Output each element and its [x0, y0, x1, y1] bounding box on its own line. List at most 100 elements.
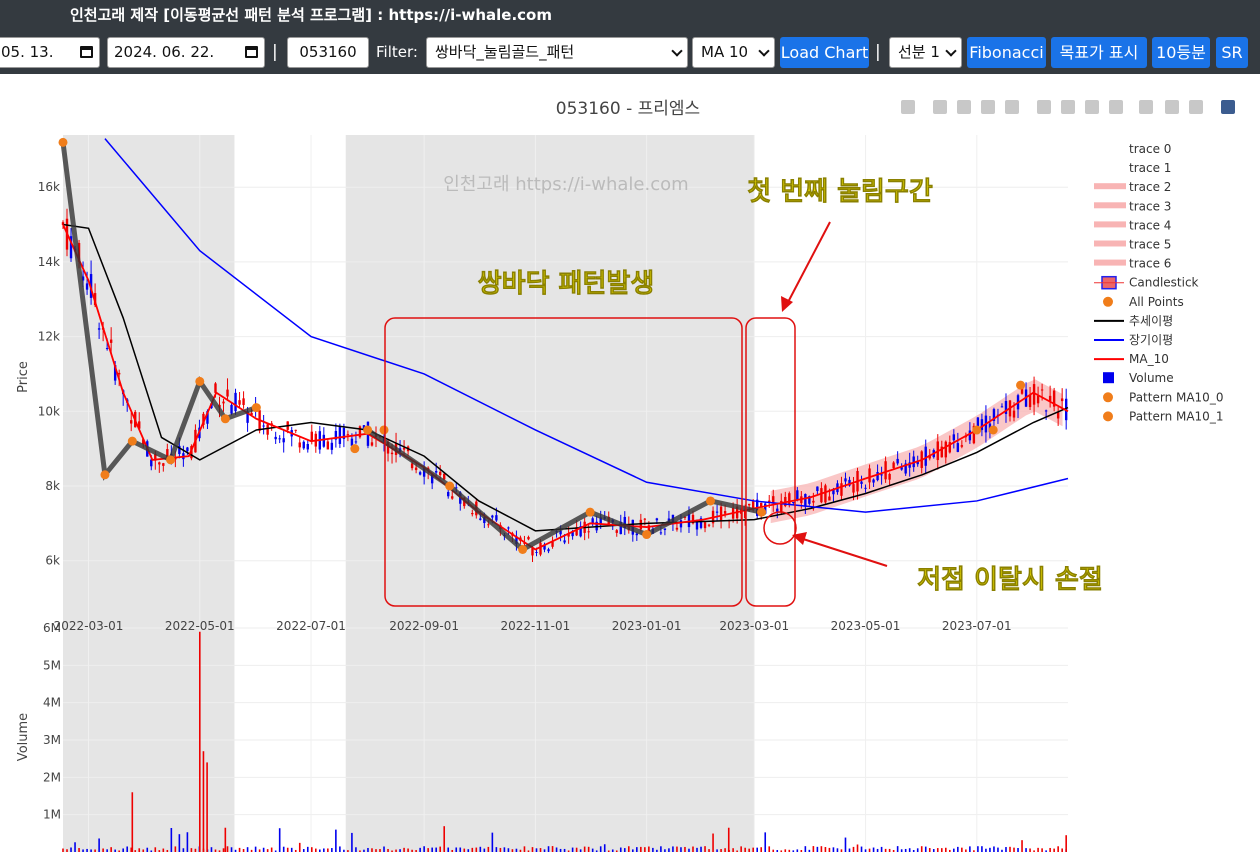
- volume-bar: [419, 847, 421, 852]
- volume-bar: [367, 847, 369, 852]
- volume-bar: [455, 847, 458, 852]
- all-points-marker: [988, 425, 998, 435]
- ten-split-button[interactable]: 10등분: [1152, 37, 1210, 68]
- target-price-button[interactable]: 목표가 표시: [1051, 37, 1147, 68]
- candle-body: [471, 513, 474, 515]
- camera-icon[interactable]: [901, 100, 915, 114]
- volume-bar: [997, 847, 999, 852]
- filter-select[interactable]: 쌍바닥_눌림골드_패턴: [426, 37, 688, 68]
- zoom-icon[interactable]: [933, 100, 947, 114]
- volume-bar: [784, 849, 787, 852]
- volume-bar: [824, 847, 827, 852]
- chevron-down-icon: [671, 45, 683, 57]
- candle-body: [1044, 410, 1048, 412]
- line-select[interactable]: 선분 1: [889, 37, 962, 68]
- box-select-icon[interactable]: [981, 100, 995, 114]
- volume-bar: [254, 846, 257, 852]
- end-date-input[interactable]: 2024. 06. 22.: [107, 37, 265, 68]
- chart-title: 053160 - 프리엠스: [556, 99, 700, 119]
- spike-icon[interactable]: [1139, 100, 1153, 114]
- ma-select[interactable]: MA 10: [692, 37, 775, 68]
- lasso-icon[interactable]: [1005, 100, 1019, 114]
- volume-bar: [234, 849, 237, 852]
- volume-bar: [832, 847, 835, 852]
- load-chart-button[interactable]: Load Chart: [780, 37, 869, 68]
- volume-bar: [226, 846, 229, 852]
- volume-bar: [720, 849, 722, 852]
- date-tick-label: 2023-07-01: [942, 619, 1012, 633]
- candle-body: [788, 493, 791, 506]
- candle-body: [322, 434, 326, 447]
- home-icon[interactable]: [1109, 100, 1123, 114]
- volume-bar: [1029, 848, 1031, 852]
- volume-bar: [876, 848, 879, 852]
- candle-body: [1040, 389, 1044, 391]
- candle-body: [527, 536, 530, 540]
- annotation-first-pullback: 첫 번째 눌림구간: [747, 177, 933, 207]
- volume-tick-label: 5M: [43, 658, 61, 672]
- zoom-in-icon[interactable]: [1037, 100, 1051, 114]
- volume-bar: [294, 849, 297, 852]
- volume-bar: [206, 762, 208, 852]
- volume-bar: [848, 848, 851, 852]
- volume-bar: [102, 848, 104, 852]
- hover-closest-icon[interactable]: [1165, 100, 1179, 114]
- pattern-point: [585, 507, 595, 517]
- legend-swatch: [1103, 296, 1113, 307]
- volume-bar: [515, 848, 518, 852]
- candle-body: [242, 398, 245, 405]
- candle-body: [860, 481, 863, 484]
- volume-bar: [704, 846, 706, 852]
- candle-body: [539, 542, 542, 555]
- calendar-icon[interactable]: [80, 46, 93, 58]
- volume-bar: [274, 850, 277, 852]
- candle-body: [487, 524, 490, 526]
- candle-body: [266, 424, 269, 435]
- volume-bar: [391, 850, 393, 852]
- candle-body: [751, 501, 755, 508]
- volume-bar: [543, 849, 546, 852]
- volume-bar: [611, 849, 614, 852]
- autoscale-icon[interactable]: [1085, 100, 1099, 114]
- hover-compare-icon[interactable]: [1189, 100, 1203, 114]
- toolbar-separator: |: [875, 42, 881, 62]
- fibonacci-button[interactable]: Fibonacci: [967, 37, 1046, 68]
- volume-bar: [134, 850, 137, 852]
- volume-bar: [708, 849, 710, 852]
- volume-bar: [379, 849, 381, 852]
- volume-bar: [224, 827, 227, 852]
- pan-icon[interactable]: [957, 100, 971, 114]
- chart-area[interactable]: 6k8k10k12k14k16k1M2M3M4M5M6M2022-03-01 20…: [0, 74, 1260, 854]
- stock-code-input[interactable]: 053160: [287, 37, 369, 68]
- volume-bar: [656, 849, 658, 852]
- volume-bar: [1021, 840, 1023, 852]
- plotly-logo-icon[interactable]: [1221, 100, 1235, 114]
- volume-bar: [310, 847, 313, 852]
- volume-bar: [800, 850, 803, 852]
- volume-bar: [198, 631, 201, 852]
- sr-button[interactable]: SR: [1216, 37, 1248, 68]
- start-date-input[interactable]: 05. 13.: [0, 37, 100, 68]
- volume-bar: [1037, 847, 1039, 852]
- candle-body: [535, 551, 538, 553]
- volume-bar: [788, 849, 791, 852]
- candle-body: [479, 518, 482, 520]
- volume-bar: [250, 849, 253, 852]
- volume-bar: [547, 846, 550, 852]
- volume-bar: [836, 848, 839, 852]
- volume-bar: [623, 848, 626, 852]
- candle-body: [414, 467, 418, 471]
- volume-bar: [764, 832, 767, 852]
- date-tick-label: 2022-09-01: [389, 619, 459, 633]
- pattern-point: [127, 436, 137, 446]
- volume-bar: [712, 833, 714, 852]
- legend-item-label: trace 1: [1129, 161, 1171, 175]
- calendar-icon[interactable]: [245, 46, 258, 58]
- volume-bar: [363, 849, 365, 852]
- candle-body: [896, 458, 899, 464]
- volume-bar: [142, 849, 145, 852]
- volume-bar: [302, 849, 305, 852]
- zoom-out-icon[interactable]: [1061, 100, 1075, 114]
- volume-bar: [114, 849, 116, 852]
- candle-body: [234, 392, 237, 412]
